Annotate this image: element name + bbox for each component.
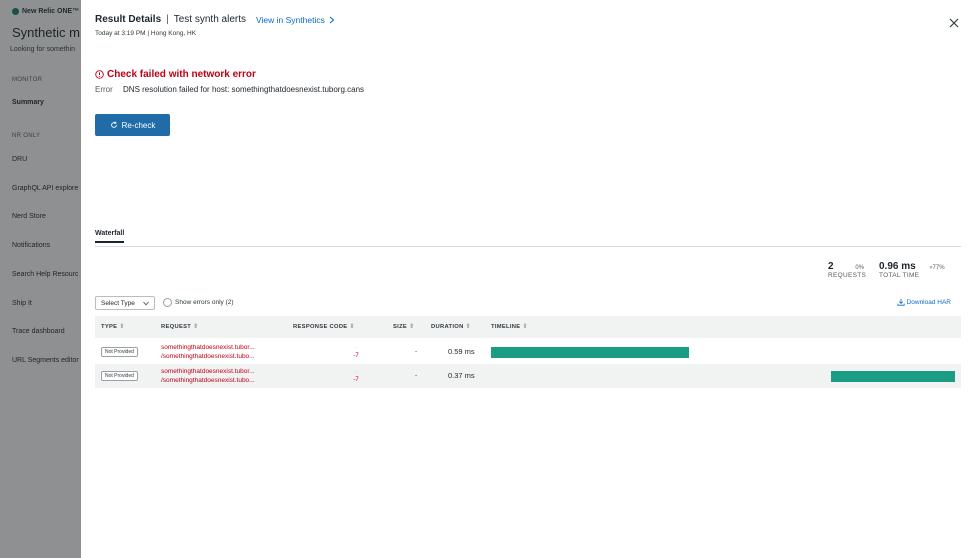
view-in-synthetics-link[interactable]: View in Synthetics [256,15,335,25]
nav-item-summary[interactable]: Summary [12,99,44,106]
panel-header: Result Details | Test synth alerts View … [95,14,335,25]
duration-value: 0.37 ms [448,371,475,380]
nav-item-trace-dashboard[interactable]: Trace dashboard [12,328,65,335]
background-page-subtitle: Looking for somethin [10,46,75,53]
show-errors-checkbox[interactable]: Show errors only (2) [163,298,234,307]
timeline-track [491,347,955,358]
size-value: - [415,348,418,355]
timeline-bar [830,371,955,382]
request-link[interactable]: somethingthatdoesnexist.tubor... /someth… [161,367,279,385]
result-timestamp: Today at 3:19 PM | Hong Kong, HK [95,30,196,37]
download-har-link[interactable]: Download HAR [896,298,951,306]
requests-stat: 2 0% REQUESTS [828,261,866,279]
duration-value: 0.59 ms [448,347,475,356]
recheck-label: Re-check [121,120,156,130]
timestamp-text: Today at 3:19 PM [95,30,146,37]
tab-waterfall[interactable]: Waterfall [95,230,125,243]
tab-bar: Waterfall [95,230,961,247]
sort-icon: ⇕ [522,324,528,330]
request-host: somethingthatdoesnexist.tubor... [161,344,255,351]
new-relic-logo-icon [12,8,19,15]
table-row[interactable]: Not Provided somethingthatdoesnexist.tub… [95,364,961,388]
response-code-sub: - [355,345,357,350]
recheck-button[interactable]: Re-check [95,114,170,136]
requests-count: 2 [828,261,834,272]
error-title-text: Check failed with network error [107,69,256,80]
request-link[interactable]: somethingthatdoesnexist.tubor... /someth… [161,343,279,361]
download-har-label: Download HAR [906,298,951,306]
timeline-bar [491,347,690,358]
column-request[interactable]: REQUEST ⇕ [161,324,198,330]
chevron-right-icon [329,16,335,23]
select-type-dropdown[interactable]: Select Type [95,296,155,310]
response-code: - -7 [349,368,363,384]
nav-item-graphql[interactable]: GraphQL API explore [12,185,78,192]
timeline-track [491,371,955,382]
total-time-value: 0.96 ms [879,261,916,272]
panel-title: Result Details [95,14,162,25]
error-message: DNS resolution failed for host: somethin… [123,85,365,94]
checkbox-icon [163,298,172,307]
column-timeline[interactable]: TIMELINE ⇕ [491,324,528,330]
column-response-code[interactable]: RESPONSE CODE ⇕ [293,324,355,330]
close-button[interactable] [948,16,960,28]
total-time-delta: ▿77% [929,265,945,271]
sort-icon: ⇕ [465,324,471,330]
total-time-stat: 0.96 ms ▿77% TOTAL TIME [879,261,945,279]
header-separator: | [166,14,169,25]
result-details-panel: Result Details | Test synth alerts View … [81,0,974,558]
nav-item-notifications[interactable]: Notifications [12,242,50,249]
nav-section-nr-only: NR ONLY [12,133,41,139]
background-page-title: Synthetic m [12,25,80,40]
nav-item-nerd-store[interactable]: Nerd Store [12,213,46,220]
table-row[interactable]: Not Provided somethingthatdoesnexist.tub… [95,340,961,364]
view-in-synthetics-label: View in Synthetics [256,14,325,25]
background-app: New Relic ONE™ Synthetic m Looking for s… [0,0,81,558]
sort-icon: ⇕ [119,324,125,330]
type-badge: Not Provided [101,371,138,381]
response-code-value: -7 [353,377,359,383]
nav-item-dru[interactable]: DRU [12,156,27,163]
total-time-label: TOTAL TIME [879,272,920,279]
show-errors-label: Show errors only (2) [175,299,234,306]
error-detail: Error DNS resolution failed for host: so… [95,85,364,94]
timestamp-separator: | [147,30,150,37]
requests-label: REQUESTS [828,272,867,279]
download-icon [896,298,905,306]
logo-text: New Relic ONE™ [22,8,80,15]
location-text: Hong Kong, HK [150,30,197,37]
nav-section-monitor: MONITOR [12,77,43,83]
error-circle-icon [95,70,104,79]
sort-icon: ⇕ [349,324,355,330]
request-path: /somethingthatdoesnexist.tubo... [161,377,255,384]
sort-icon: ⇕ [193,324,199,330]
chevron-down-icon [143,301,149,306]
response-code: - -7 [349,344,363,360]
response-code-sub: - [355,369,357,374]
sort-icon: ⇕ [409,324,415,330]
size-value: - [415,372,418,379]
column-duration[interactable]: DURATION ⇕ [431,324,471,330]
nav-item-ship-it[interactable]: Ship It [12,300,32,307]
nav-item-search-help[interactable]: Search Help Resourc [12,271,79,278]
request-host: somethingthatdoesnexist.tubor... [161,368,255,375]
select-type-value: Select Type [101,299,135,307]
close-icon [949,18,959,28]
requests-delta: 0% [855,265,865,271]
column-size[interactable]: SIZE ⇕ [393,324,414,330]
column-type[interactable]: TYPE ⇕ [101,324,125,330]
error-heading: Check failed with network error [95,69,256,80]
response-code-value: -7 [353,353,359,359]
refresh-icon [110,121,117,128]
monitor-name: Test synth alerts [173,14,247,25]
type-badge: Not Provided [101,347,138,357]
request-path: /somethingthatdoesnexist.tubo... [161,353,255,360]
new-relic-logo: New Relic ONE™ [12,8,79,15]
nav-item-url-segments[interactable]: URL Segments editor [12,357,79,364]
error-label: Error [95,85,113,94]
waterfall-table-header: TYPE ⇕ REQUEST ⇕ RESPONSE CODE ⇕ SIZE ⇕ DURA… [95,316,961,338]
